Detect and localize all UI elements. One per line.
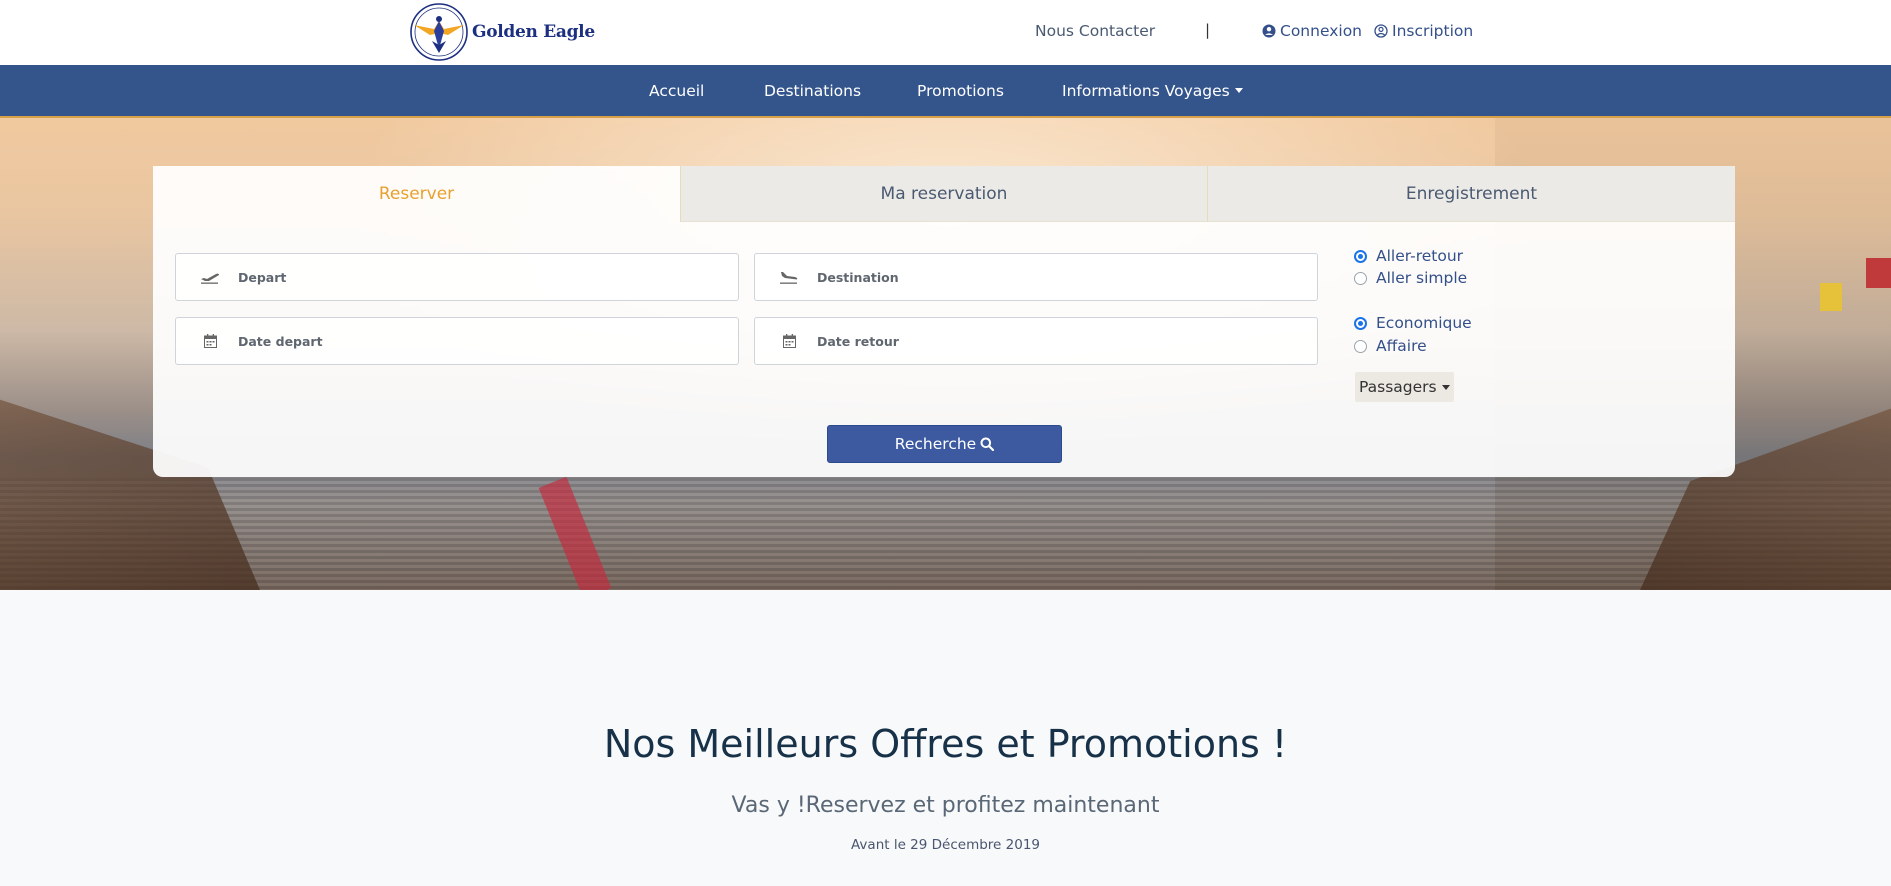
tab-enregistrement[interactable]: Enregistrement [1207, 166, 1735, 222]
radio-label: Aller-retour [1376, 247, 1464, 265]
destination-input[interactable] [815, 268, 1219, 286]
nav-item-informations-voyages[interactable]: Informations Voyages [1062, 82, 1243, 100]
search-icon [980, 437, 995, 451]
radio-button[interactable] [1354, 339, 1367, 353]
signup-link[interactable]: Inscription [1374, 22, 1473, 40]
offers-date-note: Avant le 29 Décembre 2019 [850, 837, 1041, 853]
depart-input[interactable] [236, 268, 640, 286]
radio-aller-retour[interactable]: Aller-retour [1354, 247, 1463, 265]
logo[interactable]: Golden Eagle [408, 2, 595, 62]
hero-flag-red [1866, 258, 1891, 288]
booking-card: Reserver Ma reservation Enregistrement A… [153, 166, 1735, 477]
plane-landing-icon [777, 270, 801, 284]
tab-ma-reservation[interactable]: Ma reservation [680, 166, 1207, 222]
header-separator: | [1205, 21, 1211, 39]
date-retour-field[interactable] [754, 317, 1318, 365]
nav-item-promotions[interactable]: Promotions [917, 82, 1004, 100]
search-button-label: Recherche [894, 435, 977, 453]
nav-item-destinations[interactable]: Destinations [764, 82, 861, 100]
top-bar: Golden Eagle Nous Contacter | Connexion … [0, 0, 1891, 65]
radio-affaire[interactable]: Affaire [1354, 337, 1427, 355]
signup-label: Inscription [1392, 22, 1474, 40]
offers-title: Nos Meilleurs Offres et Promotions ! [603, 722, 1288, 766]
radio-button[interactable] [1354, 249, 1367, 263]
radio-label: Aller simple [1376, 269, 1468, 287]
nav-item-accueil[interactable]: Accueil [649, 82, 704, 100]
radio-label: Affaire [1376, 337, 1427, 355]
date-depart-field[interactable] [175, 317, 739, 365]
radio-aller-simple[interactable]: Aller simple [1354, 269, 1467, 287]
calendar-icon [198, 334, 222, 348]
login-label: Connexion [1280, 22, 1363, 40]
plane-takeoff-icon [198, 270, 222, 284]
offers-subtitle: Vas y !Reservez et profitez maintenant [731, 793, 1160, 818]
search-button[interactable]: Recherche [827, 425, 1062, 463]
eagle-logo-icon [410, 3, 468, 61]
main-nav: Accueil Destinations Promotions Informat… [0, 65, 1891, 118]
radio-button[interactable] [1354, 316, 1367, 330]
tab-reserver[interactable]: Reserver [153, 166, 680, 222]
contact-link[interactable]: Nous Contacter [1035, 22, 1155, 40]
passengers-dropdown[interactable]: Passagers [1355, 372, 1454, 402]
nav-item-informations-voyages-label: Informations Voyages [1062, 82, 1230, 100]
radio-button[interactable] [1354, 271, 1367, 285]
hero-flag-yellow [1820, 283, 1842, 311]
destination-field[interactable] [754, 253, 1318, 301]
caret-down-icon [1234, 88, 1243, 93]
radio-label: Economique [1376, 314, 1472, 332]
login-link[interactable]: Connexion [1262, 22, 1362, 40]
user-outline-icon [1374, 24, 1388, 38]
date-depart-input[interactable] [236, 332, 640, 350]
date-retour-input[interactable] [815, 332, 1219, 350]
calendar-icon [777, 334, 801, 348]
user-circle-icon [1262, 24, 1276, 38]
logo-text: Golden Eagle [472, 22, 595, 42]
caret-down-icon [1441, 384, 1450, 390]
passengers-label: Passagers [1359, 378, 1437, 396]
depart-field[interactable] [175, 253, 739, 301]
radio-economique[interactable]: Economique [1354, 314, 1472, 332]
